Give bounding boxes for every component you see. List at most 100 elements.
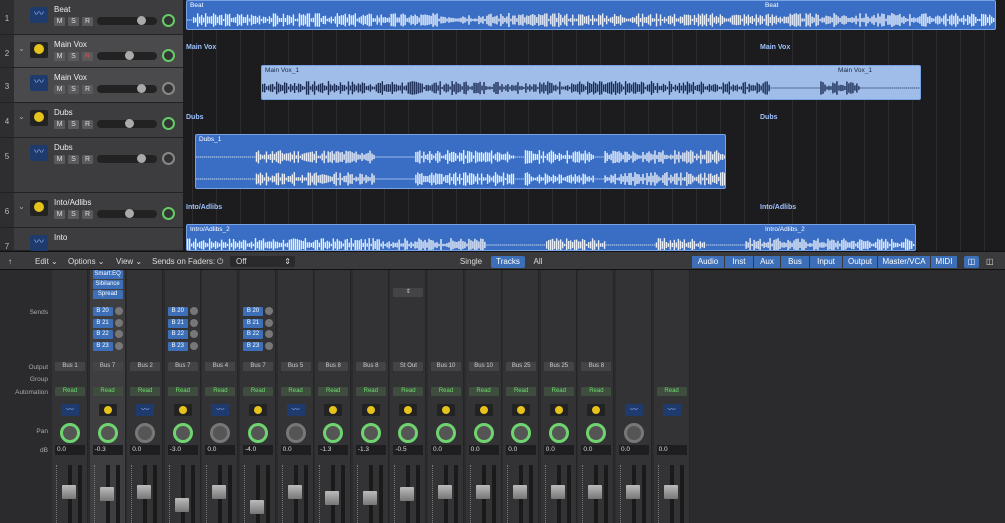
- channel-strip[interactable]: 〰 0.0: [616, 270, 652, 523]
- solo-button[interactable]: S: [68, 210, 79, 219]
- channel-strip[interactable]: Bus 4 Read 〰 0.0: [202, 270, 239, 523]
- automation-mode[interactable]: Read: [318, 387, 349, 396]
- record-button[interactable]: R: [82, 155, 93, 164]
- channel-strip[interactable]: Bus 10 Read 0.0: [465, 270, 502, 523]
- volume-fader[interactable]: [620, 465, 648, 523]
- single-button[interactable]: Single: [455, 256, 487, 268]
- send-knob[interactable]: [114, 307, 123, 315]
- volume-slider[interactable]: [97, 16, 157, 25]
- mute-button[interactable]: M: [54, 210, 65, 219]
- send-slot[interactable]: B 23: [92, 341, 113, 351]
- volume-fader[interactable]: [469, 465, 498, 523]
- volume-fader[interactable]: [281, 465, 310, 523]
- volume-fader[interactable]: [93, 465, 122, 523]
- output-slot[interactable]: Bus 7: [167, 362, 198, 371]
- volume-fader[interactable]: [168, 465, 197, 523]
- output-slot[interactable]: Bus 1: [55, 362, 85, 371]
- category-audio[interactable]: Audio: [692, 256, 724, 268]
- power-icon[interactable]: ⏻: [217, 256, 223, 267]
- pan-knob[interactable]: [162, 82, 175, 95]
- region-dubs-1[interactable]: Dubs_1: [195, 134, 726, 189]
- fader-cap[interactable]: [62, 485, 76, 499]
- volume-fader[interactable]: [319, 465, 347, 523]
- volume-slider[interactable]: [97, 119, 157, 128]
- category-input[interactable]: Input: [810, 256, 842, 268]
- track-name[interactable]: Into: [54, 233, 67, 242]
- solo-button[interactable]: S: [68, 85, 79, 94]
- fader-cap[interactable]: [250, 500, 264, 514]
- volume-fader[interactable]: [356, 465, 385, 523]
- volume-fader[interactable]: [206, 465, 234, 523]
- record-button[interactable]: R: [82, 120, 93, 129]
- channel-strip[interactable]: Bus 2 Read 〰 0.0: [127, 270, 164, 523]
- pan-knob[interactable]: [162, 152, 175, 165]
- send-slot[interactable]: B 22: [167, 330, 188, 339]
- fader-cap[interactable]: [663, 485, 678, 499]
- volume-slider[interactable]: [97, 84, 157, 93]
- track-name[interactable]: Main Vox: [54, 73, 87, 82]
- record-button[interactable]: R: [82, 17, 93, 26]
- pan-knob[interactable]: [511, 423, 532, 443]
- send-slot[interactable]: B 23: [167, 341, 188, 351]
- solo-button[interactable]: S: [68, 17, 79, 26]
- fader-cap[interactable]: [174, 498, 189, 512]
- channel-strip[interactable]: Bus 5 Read 〰 0.0: [277, 270, 314, 523]
- plugin-slot[interactable]: Spread: [92, 290, 123, 299]
- solo-button[interactable]: S: [68, 155, 79, 164]
- channel-strip[interactable]: Bus 1 Read 〰 0.0: [52, 270, 88, 523]
- track-name[interactable]: Dubs: [54, 143, 73, 152]
- send-slot[interactable]: B 20: [243, 307, 263, 316]
- volume-slider[interactable]: [97, 209, 157, 218]
- volume-fader[interactable]: [56, 465, 84, 523]
- tracks-button[interactable]: Tracks: [491, 256, 525, 268]
- timeline[interactable]: Main Vox Main Vox Dubs Dubs Into/Adlibs …: [184, 0, 1005, 251]
- region-beat[interactable]: Beat Beat: [186, 0, 996, 30]
- automation-mode[interactable]: Read: [581, 387, 612, 396]
- output-slot[interactable]: Bus 25: [543, 362, 574, 371]
- plugin-slot[interactable]: Sibilance: [92, 280, 123, 289]
- disclosure-icon[interactable]: ⌄: [16, 111, 27, 122]
- pan-knob[interactable]: [172, 423, 193, 443]
- output-slot[interactable]: Bus 8: [318, 362, 349, 371]
- output-slot[interactable]: Bus 8: [581, 362, 612, 371]
- track-header[interactable]: 7 〰 Into: [0, 228, 183, 251]
- automation-mode[interactable]: Read: [543, 387, 574, 396]
- send-slot[interactable]: B 21: [167, 318, 188, 328]
- channel-strip[interactable]: Bus 8 Read 0.0: [578, 270, 615, 523]
- channel-strip[interactable]: Smart:EQ Sibilance Spread B 20 B 21 B 22 B 23 B…: [89, 270, 126, 523]
- pan-knob[interactable]: [360, 423, 381, 443]
- category-midi[interactable]: MIDI: [931, 256, 957, 268]
- volume-fader[interactable]: [657, 465, 686, 523]
- solo-button[interactable]: S: [68, 120, 79, 129]
- track-name[interactable]: Into/Adlibs: [54, 198, 91, 207]
- volume-fader[interactable]: [582, 465, 610, 523]
- mute-button[interactable]: M: [54, 52, 65, 61]
- send-slot[interactable]: B 21: [92, 318, 113, 328]
- category-aux[interactable]: Aux: [754, 256, 780, 268]
- send-slot[interactable]: B 22: [92, 330, 113, 339]
- volume-slider[interactable]: [97, 154, 157, 163]
- automation-mode[interactable]: Read: [393, 387, 424, 396]
- volume-fader[interactable]: [507, 465, 535, 523]
- pan-knob[interactable]: [210, 423, 231, 443]
- mute-button[interactable]: M: [54, 120, 65, 129]
- channel-strip[interactable]: B 20 B 21 B 22 B 23 Bus 7 Read -3.0: [164, 270, 201, 523]
- region-main-vox-1[interactable]: Main Vox_1 Main Vox_1: [261, 65, 921, 100]
- fader-cap[interactable]: [588, 485, 603, 499]
- category-master-vca[interactable]: Master/VCA: [878, 256, 930, 268]
- pan-knob[interactable]: [398, 423, 419, 443]
- up-arrow-icon[interactable]: ↑: [8, 256, 12, 267]
- send-slot[interactable]: B 21: [243, 318, 263, 328]
- fader-cap[interactable]: [99, 487, 114, 501]
- send-slot[interactable]: B 22: [243, 330, 263, 339]
- send-knob[interactable]: [189, 330, 198, 338]
- automation-mode[interactable]: Read: [280, 387, 311, 396]
- output-slot[interactable]: Bus 10: [431, 362, 461, 371]
- automation-mode[interactable]: Read: [205, 387, 236, 396]
- automation-mode[interactable]: Read: [506, 387, 537, 396]
- pan-knob[interactable]: [162, 117, 175, 130]
- solo-button[interactable]: S: [68, 52, 79, 61]
- send-knob[interactable]: [114, 330, 123, 338]
- volume-fader[interactable]: [131, 465, 159, 523]
- fader-cap[interactable]: [626, 485, 640, 499]
